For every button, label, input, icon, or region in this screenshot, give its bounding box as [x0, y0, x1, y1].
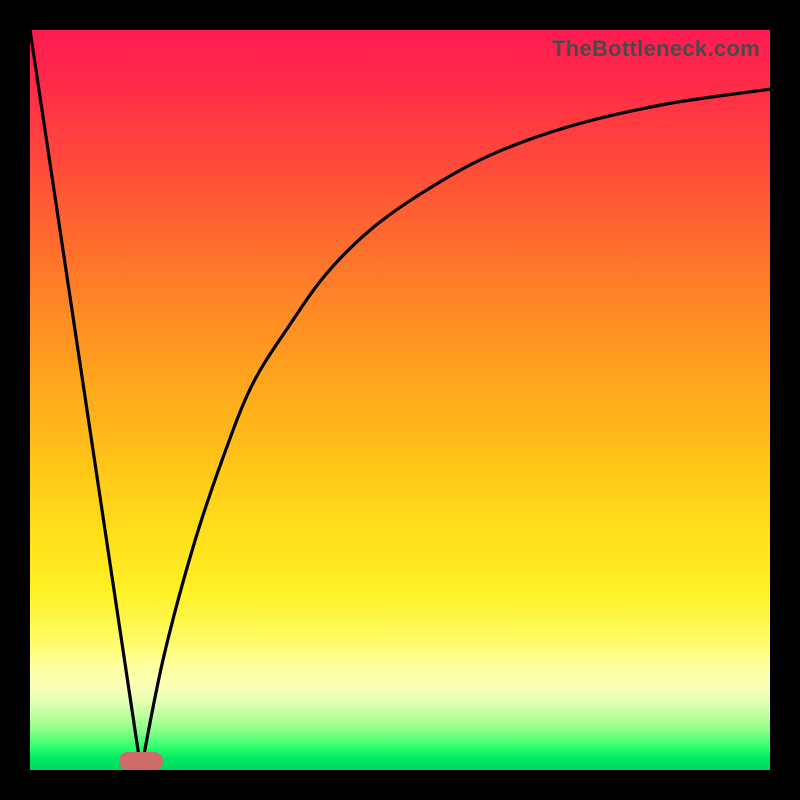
- curves-svg: [30, 30, 770, 770]
- chart-frame: TheBottleneck.com: [0, 0, 800, 800]
- bottleneck-marker: [119, 752, 163, 770]
- left-line: [30, 30, 141, 770]
- right-curve: [141, 89, 770, 770]
- plot-area: TheBottleneck.com: [30, 30, 770, 770]
